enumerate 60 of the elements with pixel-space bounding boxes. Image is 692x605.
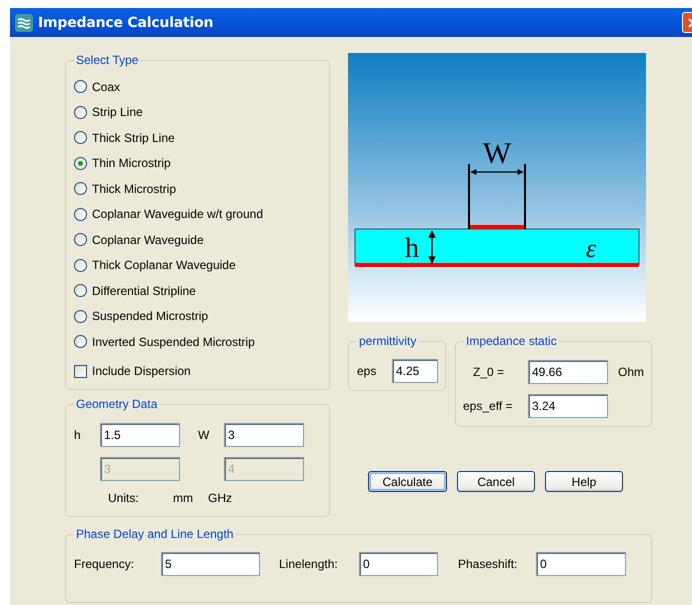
- field-label: Phaseshift:: [458, 556, 518, 570]
- radio-button[interactable]: [74, 106, 87, 119]
- group-title: Select Type: [76, 53, 138, 67]
- input-field[interactable]: 3.24: [528, 394, 608, 418]
- radio-button[interactable]: [74, 80, 87, 94]
- height-dimension-arrow: [428, 230, 436, 264]
- radio-button[interactable]: [74, 310, 87, 323]
- radio-button[interactable]: [74, 335, 87, 348]
- input-field[interactable]: 4.25: [392, 359, 438, 383]
- field-label: eps_eff =: [463, 398, 514, 412]
- option-label: Thick Microstrip: [92, 182, 176, 196]
- dialog-button[interactable]: Cancel: [457, 471, 535, 492]
- field-label: eps: [357, 364, 378, 378]
- checkbox-label: Include Dispersion: [92, 364, 191, 378]
- option-label: Inverted Suspended Microstrip: [92, 334, 255, 349]
- conductor-strip: [469, 225, 525, 229]
- radio-button[interactable]: [74, 182, 87, 196]
- dialog-button[interactable]: Calculate: [368, 471, 447, 492]
- radio-button[interactable]: [74, 208, 87, 221]
- input-field[interactable]: 0: [536, 552, 626, 576]
- field-label: h: [74, 428, 82, 442]
- unit-text: mm: [173, 490, 194, 504]
- group-title: permittivity: [359, 334, 416, 348]
- group-title: Impedance static: [466, 334, 557, 348]
- dialog-button[interactable]: Help: [545, 471, 623, 492]
- option-label: Strip Line: [92, 105, 143, 120]
- option-label: Thick Coplanar Waveguide: [92, 258, 236, 272]
- group-title: Geometry Data: [76, 396, 158, 410]
- field-label: W: [198, 428, 210, 442]
- input-field[interactable]: 0: [359, 552, 438, 576]
- radio-button[interactable]: [74, 258, 87, 272]
- input-field[interactable]: 5: [161, 552, 260, 576]
- input-field[interactable]: 3: [224, 422, 304, 446]
- field-label: Frequency:: [74, 556, 136, 570]
- dimension-label: W: [482, 137, 512, 170]
- option-label: Thick Strip Line: [92, 130, 175, 145]
- field-label: Linelength:: [279, 556, 339, 570]
- option-label: Suspended Microstrip: [92, 309, 208, 324]
- dimension-label: h: [405, 233, 419, 264]
- option-label: Differential Stripline: [92, 284, 196, 298]
- radio-button[interactable]: [74, 284, 87, 298]
- width-dimension-drawing: [468, 163, 526, 230]
- window-title: Impedance Calculation: [38, 14, 214, 30]
- permittivity-symbol: ε: [586, 234, 596, 263]
- field-label: Z_0 =: [473, 364, 506, 378]
- radio-button[interactable]: [74, 233, 87, 246]
- option-label: Coax: [92, 80, 120, 94]
- radio-button[interactable]: [74, 131, 87, 144]
- group-title: Phase Delay and Line Length: [76, 526, 234, 540]
- option-label: Coplanar Waveguide: [92, 232, 204, 247]
- app-icon: [15, 14, 33, 32]
- input-field[interactable]: 49.66: [528, 360, 608, 384]
- checkbox[interactable]: [74, 364, 87, 378]
- option-label: Coplanar Waveguide w/t ground: [92, 207, 263, 222]
- unit-text: GHz: [208, 490, 232, 504]
- input-field[interactable]: 1.5: [100, 422, 180, 446]
- radio-button[interactable]: [74, 156, 87, 170]
- unit-text: Ohm: [618, 364, 644, 378]
- units-label: Units:: [108, 490, 140, 504]
- option-label: Thin Microstrip: [92, 156, 171, 170]
